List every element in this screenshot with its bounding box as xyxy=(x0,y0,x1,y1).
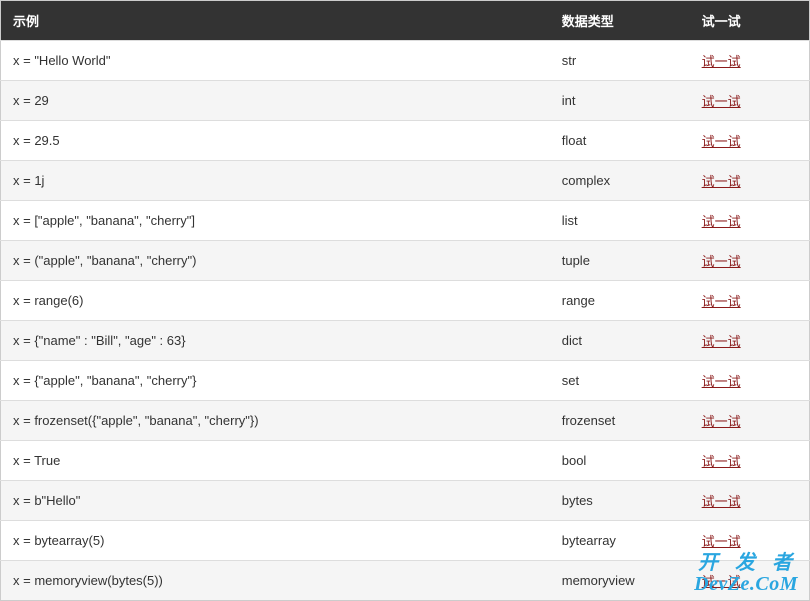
header-example: 示例 xyxy=(1,1,550,41)
cell-type: str xyxy=(550,41,690,81)
cell-try: 试一试 xyxy=(690,81,810,121)
table-row: x = {"name" : "Bill", "age" : 63}dict 试一试 xyxy=(1,321,810,361)
table-header-row: 示例 数据类型 试一试 xyxy=(1,1,810,41)
cell-try: 试一试 xyxy=(690,361,810,401)
cell-type: memoryview xyxy=(550,561,690,601)
cell-type: set xyxy=(550,361,690,401)
cell-type: int xyxy=(550,81,690,121)
try-link[interactable]: 试一试 xyxy=(702,294,741,309)
try-link[interactable]: 试一试 xyxy=(702,54,741,69)
cell-try: 试一试 xyxy=(690,561,810,601)
try-link[interactable]: 试一试 xyxy=(702,454,741,469)
cell-example: x = {"apple", "banana", "cherry"} xyxy=(1,361,550,401)
cell-example: x = range(6) xyxy=(1,281,550,321)
cell-example: x = {"name" : "Bill", "age" : 63} xyxy=(1,321,550,361)
cell-example: x = frozenset({"apple", "banana", "cherr… xyxy=(1,401,550,441)
try-link[interactable]: 试一试 xyxy=(702,334,741,349)
table-row: x = {"apple", "banana", "cherry"}set 试一试 xyxy=(1,361,810,401)
cell-example: x = 29.5 xyxy=(1,121,550,161)
cell-type: complex xyxy=(550,161,690,201)
cell-example: x = bytearray(5) xyxy=(1,521,550,561)
cell-try: 试一试 xyxy=(690,481,810,521)
header-try: 试一试 xyxy=(690,1,810,41)
try-link[interactable]: 试一试 xyxy=(702,134,741,149)
table-row: x = bytearray(5)bytearray 试一试 xyxy=(1,521,810,561)
cell-try: 试一试 xyxy=(690,41,810,81)
table-row: x = ("apple", "banana", "cherry")tuple 试一… xyxy=(1,241,810,281)
cell-type: dict xyxy=(550,321,690,361)
cell-try: 试一试 xyxy=(690,521,810,561)
datatype-table: 示例 数据类型 试一试 x = "Hello World"str试一试x = 2… xyxy=(0,0,810,601)
cell-example: x = ["apple", "banana", "cherry"] xyxy=(1,201,550,241)
try-link[interactable]: 试一试 xyxy=(702,374,741,389)
cell-try: 试一试 xyxy=(690,201,810,241)
table-row: x = frozenset({"apple", "banana", "cherr… xyxy=(1,401,810,441)
cell-example: x = b"Hello" xyxy=(1,481,550,521)
try-link[interactable]: 试一试 xyxy=(702,494,741,509)
table-row: x = 29int 试一试 xyxy=(1,81,810,121)
try-link[interactable]: 试一试 xyxy=(702,214,741,229)
table-row: x = memoryview(bytes(5))memoryview 试一试 xyxy=(1,561,810,601)
try-link[interactable]: 试一试 xyxy=(702,174,741,189)
cell-type: bytes xyxy=(550,481,690,521)
cell-example: x = "Hello World" xyxy=(1,41,550,81)
try-link[interactable]: 试一试 xyxy=(702,94,741,109)
table-body: x = "Hello World"str试一试x = 29int试一试x = 2… xyxy=(1,41,810,601)
table-row: x = "Hello World"str 试一试 xyxy=(1,41,810,81)
try-link[interactable]: 试一试 xyxy=(702,574,741,589)
cell-try: 试一试 xyxy=(690,161,810,201)
cell-type: list xyxy=(550,201,690,241)
table-row: x = 1jcomplex 试一试 xyxy=(1,161,810,201)
cell-try: 试一试 xyxy=(690,401,810,441)
cell-try: 试一试 xyxy=(690,321,810,361)
table-row: x = ["apple", "banana", "cherry"]list 试一试 xyxy=(1,201,810,241)
table-row: x = b"Hello"bytes 试一试 xyxy=(1,481,810,521)
try-link[interactable]: 试一试 xyxy=(702,534,741,549)
cell-type: bool xyxy=(550,441,690,481)
cell-example: x = 29 xyxy=(1,81,550,121)
try-link[interactable]: 试一试 xyxy=(702,254,741,269)
cell-example: x = 1j xyxy=(1,161,550,201)
table-row: x = 29.5float 试一试 xyxy=(1,121,810,161)
header-type: 数据类型 xyxy=(550,1,690,41)
table-row: x = range(6)range 试一试 xyxy=(1,281,810,321)
cell-type: range xyxy=(550,281,690,321)
cell-example: x = memoryview(bytes(5)) xyxy=(1,561,550,601)
cell-example: x = True xyxy=(1,441,550,481)
cell-type: tuple xyxy=(550,241,690,281)
cell-example: x = ("apple", "banana", "cherry") xyxy=(1,241,550,281)
cell-try: 试一试 xyxy=(690,441,810,481)
try-link[interactable]: 试一试 xyxy=(702,414,741,429)
cell-type: frozenset xyxy=(550,401,690,441)
cell-try: 试一试 xyxy=(690,121,810,161)
cell-type: float xyxy=(550,121,690,161)
cell-type: bytearray xyxy=(550,521,690,561)
table-row: x = Truebool 试一试 xyxy=(1,441,810,481)
cell-try: 试一试 xyxy=(690,281,810,321)
cell-try: 试一试 xyxy=(690,241,810,281)
